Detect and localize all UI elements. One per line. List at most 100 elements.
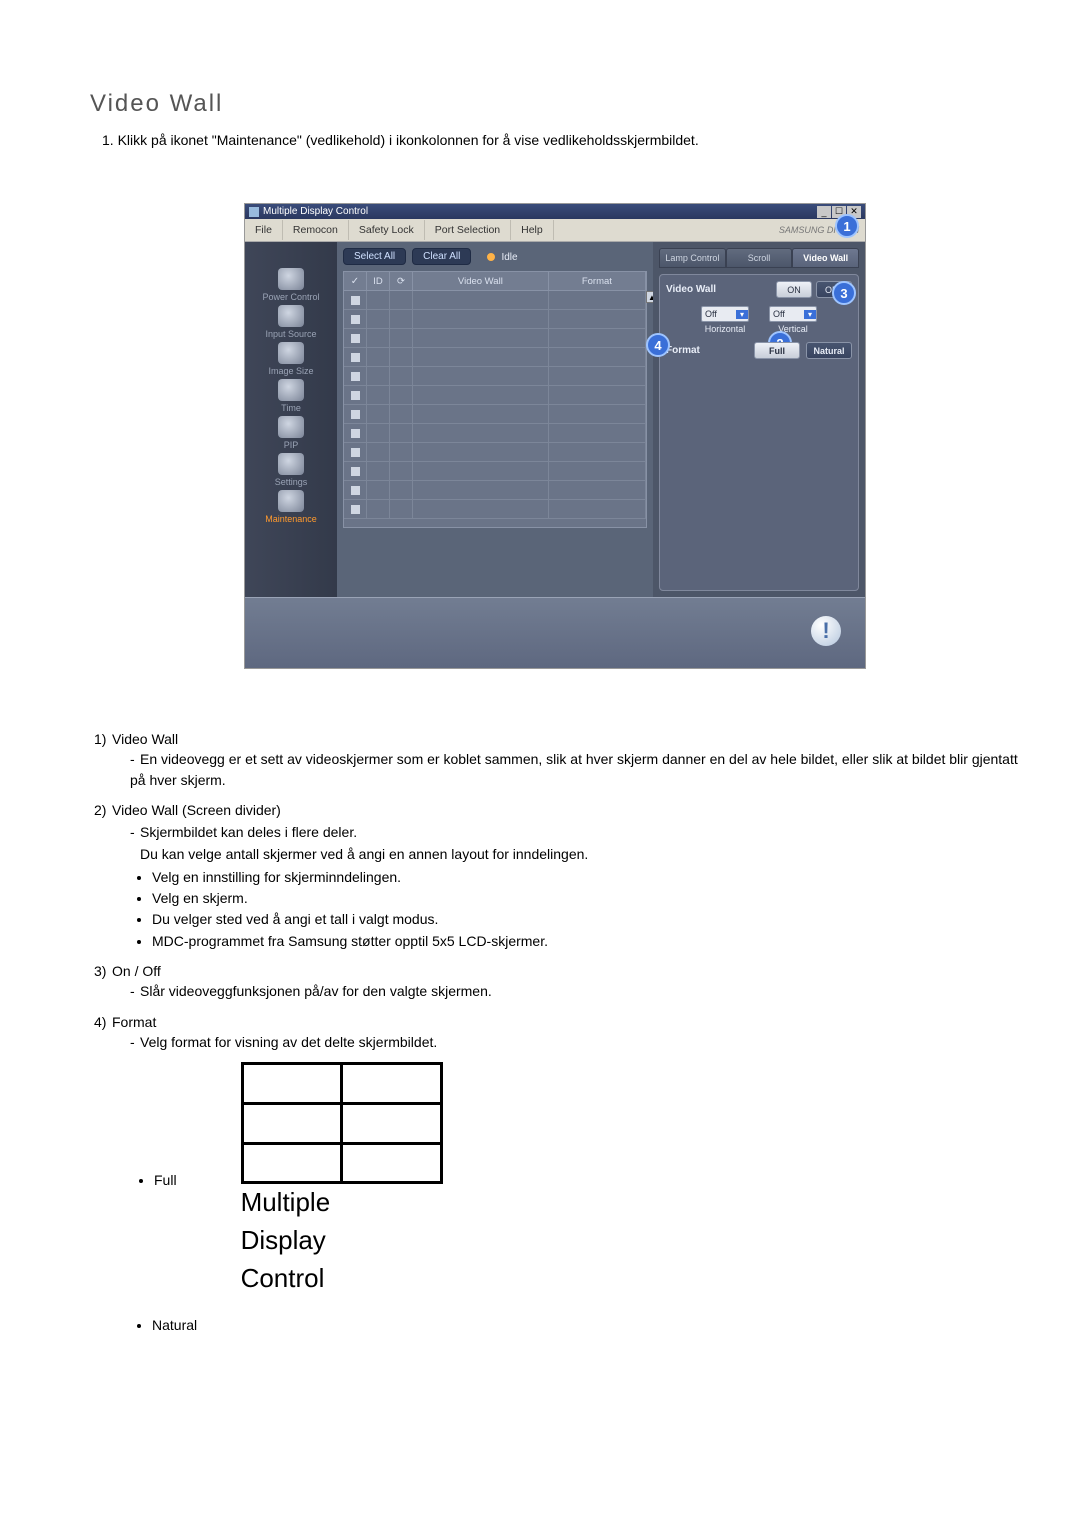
tab-video-wall[interactable]: Video Wall [792, 248, 859, 268]
chevron-down-icon: ▾ [736, 310, 748, 319]
menu-file[interactable]: File [245, 220, 283, 240]
item-text: Velg format for visning av det delte skj… [140, 1034, 437, 1050]
row-checkbox[interactable] [351, 391, 360, 400]
natural-button[interactable]: Natural [806, 342, 852, 359]
minimize-button[interactable]: _ [817, 206, 831, 218]
sidebar-item-time[interactable]: Time [278, 379, 304, 413]
table-row[interactable] [344, 481, 646, 500]
full-button[interactable]: Full [754, 342, 800, 359]
item-text: En videovegg er et sett av videoskjermer… [130, 751, 1018, 787]
callout-badge-3: 3 [832, 281, 856, 305]
on-button[interactable]: ON [776, 281, 812, 298]
imagesize-icon [278, 342, 304, 364]
item-number: 2) [94, 800, 112, 820]
row-checkbox[interactable] [351, 448, 360, 457]
table-row[interactable] [344, 500, 646, 519]
format-label: Format [666, 345, 748, 356]
row-checkbox[interactable] [351, 467, 360, 476]
tab-lamp-control[interactable]: Lamp Control [659, 248, 726, 268]
page-title: Video Wall [90, 90, 1020, 118]
app-icon [249, 207, 259, 217]
sidebar-label: Time [281, 403, 301, 413]
table-row[interactable] [344, 405, 646, 424]
row-checkbox[interactable] [351, 353, 360, 362]
menu-help[interactable]: Help [511, 220, 554, 240]
row-checkbox[interactable] [351, 505, 360, 514]
table-row[interactable] [344, 310, 646, 329]
intro-number: 1. [102, 132, 114, 148]
col-check[interactable]: ✓ [351, 276, 359, 287]
natural-label: Natural [152, 1315, 1020, 1335]
full-label: Full [154, 1170, 177, 1190]
menu-safetylock[interactable]: Safety Lock [349, 220, 425, 240]
intro-text: Klikk på ikonet "Maintenance" (vedlikeho… [118, 132, 699, 148]
row-checkbox[interactable] [351, 486, 360, 495]
item-title: Video Wall [112, 731, 178, 747]
item-title: On / Off [112, 963, 161, 979]
idle-indicator-icon [487, 253, 495, 261]
idle-label: Idle [501, 252, 517, 263]
dash: - [130, 822, 140, 842]
item-title: Format [112, 1014, 156, 1030]
sidebar: Power Control Input Source Image Size Ti… [245, 242, 337, 597]
sidebar-label: PIP [284, 440, 299, 450]
table-row[interactable] [344, 462, 646, 481]
sidebar-item-settings[interactable]: Settings [275, 453, 308, 487]
bullet: Velg en innstilling for skjerminndelinge… [152, 867, 1020, 887]
vertical-select[interactable]: Off▾ [769, 306, 817, 322]
col-format: Format [549, 272, 646, 290]
table-row[interactable] [344, 329, 646, 348]
bullet: MDC-programmet fra Samsung støtter oppti… [152, 931, 1020, 951]
sidebar-label: Settings [275, 477, 308, 487]
titlebar: Multiple Display Control _ ☐ ✕ [245, 204, 865, 219]
row-checkbox[interactable] [351, 410, 360, 419]
explain-item-1: 1)Video Wall -En videovegg er et sett av… [94, 729, 1020, 790]
footer-bar: ! [245, 597, 865, 668]
select-all-button[interactable]: Select All [343, 248, 406, 265]
diagram-text: Control [241, 1260, 443, 1298]
sidebar-label: Power Control [262, 292, 319, 302]
table-row[interactable] [344, 443, 646, 462]
col-refresh-icon: ⟳ [390, 272, 413, 290]
dash: - [130, 981, 140, 1001]
item-number: 3) [94, 961, 112, 981]
bullet: Velg en skjerm. [152, 888, 1020, 908]
table-row[interactable] [344, 424, 646, 443]
diagram-text: Multiple [241, 1184, 443, 1222]
row-checkbox[interactable] [351, 372, 360, 381]
diagram-text: Display [241, 1222, 443, 1260]
callout-badge-1: 1 [835, 214, 859, 238]
window-title: Multiple Display Control [263, 206, 817, 217]
row-checkbox[interactable] [351, 296, 360, 305]
menu-remocon[interactable]: Remocon [283, 220, 349, 240]
sidebar-item-input[interactable]: Input Source [265, 305, 316, 339]
full-diagram [241, 1062, 443, 1184]
table-row[interactable] [344, 386, 646, 405]
table-row[interactable] [344, 367, 646, 386]
format-full-row: Full Multiple Display Control [154, 1062, 1020, 1297]
maintenance-icon [278, 490, 304, 512]
sidebar-item-maintenance[interactable]: Maintenance [265, 490, 317, 524]
input-icon [278, 305, 304, 327]
menu-portselection[interactable]: Port Selection [425, 220, 511, 240]
horizontal-select[interactable]: Off▾ [701, 306, 749, 322]
row-checkbox[interactable] [351, 429, 360, 438]
clear-all-button[interactable]: Clear All [412, 248, 471, 265]
sidebar-label: Maintenance [265, 514, 317, 524]
app-window: Multiple Display Control _ ☐ ✕ File Remo… [244, 203, 866, 669]
video-wall-panel: Video Wall ON OFF 3 Off▾ Horizontal Off [659, 274, 859, 591]
row-checkbox[interactable] [351, 315, 360, 324]
display-grid: ✓ ID ⟳ Video Wall Format [343, 271, 647, 528]
explain-item-3: 3)On / Off -Slår videoveggfunksjonen på/… [94, 961, 1020, 1002]
sidebar-item-pip[interactable]: PIP [278, 416, 304, 450]
explain-item-4: 4)Format -Velg format for visning av det… [94, 1012, 1020, 1053]
table-row[interactable] [344, 291, 646, 310]
table-row[interactable] [344, 348, 646, 367]
sidebar-item-power[interactable]: Power Control [262, 268, 319, 302]
item-number: 4) [94, 1012, 112, 1032]
col-videowall: Video Wall [413, 272, 549, 290]
tab-scroll[interactable]: Scroll [726, 248, 793, 268]
row-checkbox[interactable] [351, 334, 360, 343]
item-text: Skjermbildet kan deles i flere deler. [140, 824, 357, 840]
sidebar-item-imagesize[interactable]: Image Size [268, 342, 313, 376]
